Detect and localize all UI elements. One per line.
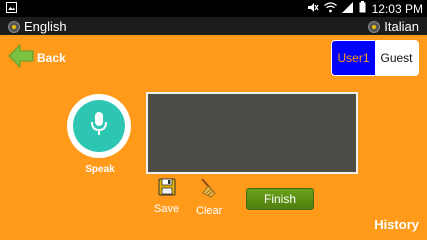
back-button[interactable]: Back — [8, 43, 66, 71]
status-bar: 12:03 PM — [0, 0, 427, 17]
speak-label: Speak — [85, 164, 115, 175]
user-toggle-button[interactable]: User1 — [332, 41, 375, 75]
battery-icon — [359, 1, 366, 16]
source-language-label: English — [24, 19, 67, 34]
radio-icon — [368, 20, 381, 33]
save-label: Save — [154, 203, 180, 215]
mute-icon — [307, 2, 319, 16]
source-language[interactable]: English — [8, 19, 67, 34]
save-button[interactable]: Save — [154, 178, 179, 215]
image-icon — [6, 2, 17, 16]
signal-icon — [341, 1, 354, 16]
status-time: 12:03 PM — [371, 1, 423, 16]
history-button[interactable]: History — [374, 217, 419, 232]
transcription-text-area[interactable] — [146, 92, 358, 174]
speak-button-inner — [73, 100, 125, 152]
broom-icon — [198, 178, 220, 201]
clear-label: Clear — [196, 205, 223, 217]
clear-button[interactable]: Clear — [196, 178, 222, 217]
language-bar: English Italian — [0, 17, 427, 35]
target-language[interactable]: Italian — [368, 19, 419, 34]
guest-toggle-button[interactable]: Guest — [375, 41, 418, 75]
speak-button[interactable] — [67, 94, 131, 158]
back-arrow-icon — [8, 43, 34, 71]
microphone-icon — [89, 111, 109, 142]
target-language-label: Italian — [384, 19, 419, 34]
floppy-disk-icon — [158, 178, 176, 199]
radio-icon — [8, 20, 20, 33]
finish-button[interactable]: Finish — [246, 188, 314, 210]
back-label: Back — [37, 50, 66, 65]
user-guest-toggle[interactable]: User1 Guest — [331, 40, 419, 76]
wifi-icon — [323, 1, 337, 16]
